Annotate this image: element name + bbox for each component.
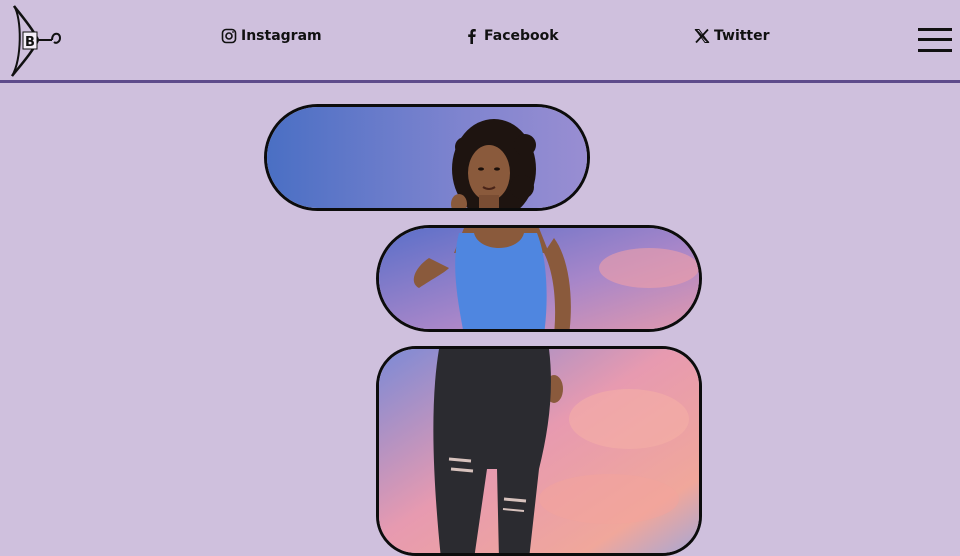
hero-panel-middle [376, 225, 702, 332]
hamburger-menu-icon[interactable] [918, 28, 952, 52]
hero-panel-bottom [376, 346, 702, 556]
model-head-image [267, 107, 587, 208]
instagram-link[interactable]: Instagram [221, 28, 322, 44]
instagram-label: Instagram [241, 28, 322, 44]
twitter-label: Twitter [714, 28, 770, 44]
instagram-icon [221, 28, 237, 44]
facebook-label: Facebook [484, 28, 559, 44]
model-tank-top-image [379, 228, 699, 329]
facebook-link[interactable]: Facebook [464, 28, 559, 44]
x-twitter-icon [694, 28, 710, 44]
twitter-link[interactable]: Twitter [694, 28, 770, 44]
hanger-logo-icon[interactable]: B [8, 4, 64, 78]
model-jeans-image [379, 349, 699, 553]
logo-letter: B [25, 35, 35, 50]
facebook-icon [464, 28, 480, 44]
site-header: B Instagram Facebook Twitter [0, 0, 960, 83]
hero-panel-top [264, 104, 590, 211]
